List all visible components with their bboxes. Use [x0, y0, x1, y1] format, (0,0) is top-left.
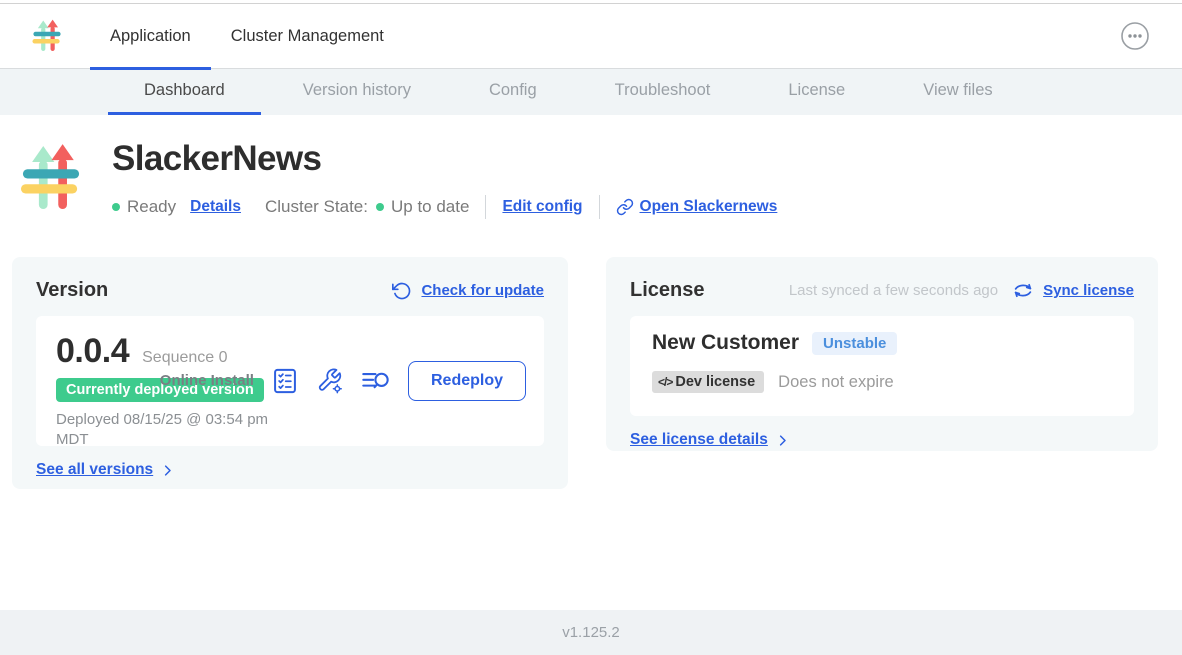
tab-dashboard[interactable]: Dashboard: [108, 69, 261, 115]
open-app-link[interactable]: Open Slackernews: [616, 198, 778, 216]
install-type-label: Online Install: [160, 372, 254, 391]
customer-name: New Customer: [652, 331, 799, 355]
cluster-state-dot: [376, 203, 384, 211]
tab-config[interactable]: Config: [453, 69, 573, 115]
chain-link-icon: [616, 198, 634, 216]
license-card: License Last synced a few seconds ago Sy…: [606, 257, 1158, 451]
tab-license[interactable]: License: [752, 69, 881, 115]
refresh-icon: [392, 281, 412, 301]
license-card-header: License Last synced a few seconds ago Sy…: [630, 279, 1134, 302]
license-summary-panel: New Customer Unstable </> Dev license Do…: [630, 316, 1134, 416]
top-tab-application[interactable]: Application: [90, 4, 211, 69]
dev-license-badge: </> Dev license: [652, 371, 764, 393]
code-icon: </>: [658, 375, 672, 389]
app-logo-large-icon: [20, 143, 82, 213]
open-app-link-text[interactable]: Open Slackernews: [640, 198, 778, 216]
redeploy-button[interactable]: Redeploy: [408, 361, 526, 401]
admin-console-screen: Application Cluster Management Dashboard…: [0, 0, 1182, 655]
app-sub-nav: Dashboard Version history Config Trouble…: [0, 69, 1182, 115]
sync-arrows-icon: [1012, 280, 1034, 301]
version-card: Version Check for update 0.0.4 Sequence …: [12, 257, 568, 489]
details-link[interactable]: Details: [190, 198, 241, 216]
sync-license-link[interactable]: Sync license: [1043, 282, 1134, 299]
dashboard-content: SlackerNews Ready Details Cluster State:…: [0, 115, 1182, 609]
see-all-versions-link-text[interactable]: See all versions: [36, 461, 153, 479]
cluster-state-value: Up to date: [391, 197, 469, 217]
divider: [599, 195, 600, 219]
top-nav-bar: Application Cluster Management: [0, 4, 1182, 69]
version-card-header: Version Check for update: [36, 279, 544, 302]
page-title: SlackerNews: [112, 139, 321, 179]
console-version-text: v1.125.2: [562, 624, 620, 641]
cluster-state-label: Cluster State:: [265, 197, 368, 217]
deploy-logs-icon[interactable]: [361, 367, 391, 395]
version-card-title: Version: [36, 279, 108, 302]
overflow-menu-button[interactable]: [1120, 21, 1150, 51]
tab-version-history[interactable]: Version history: [267, 69, 447, 115]
dev-license-badge-text: Dev license: [675, 374, 755, 390]
tab-view-files[interactable]: View files: [887, 69, 1028, 115]
app-status-text: Ready: [127, 197, 176, 217]
app-status-dot: [112, 203, 120, 211]
license-card-title: License: [630, 279, 704, 302]
license-expiration: Does not expire: [778, 373, 894, 392]
version-number: 0.0.4: [56, 332, 129, 371]
configure-wrench-icon[interactable]: [316, 367, 344, 395]
last-synced-text: Last synced a few seconds ago: [789, 282, 998, 299]
edit-config-link[interactable]: Edit config: [502, 198, 582, 216]
current-version-panel: 0.0.4 Sequence 0 Currently deployed vers…: [36, 316, 544, 446]
divider: [485, 195, 486, 219]
chevron-right-icon: [160, 463, 175, 478]
channel-badge: Unstable: [812, 332, 897, 355]
app-logo-icon: [32, 19, 62, 53]
tab-troubleshoot[interactable]: Troubleshoot: [579, 69, 747, 115]
preflight-checks-icon[interactable]: [271, 367, 299, 395]
chevron-right-icon: [775, 433, 790, 448]
see-license-details-link[interactable]: See license details: [630, 431, 790, 449]
top-tab-cluster-management[interactable]: Cluster Management: [211, 4, 404, 69]
ellipsis-circle-icon: [1120, 21, 1150, 51]
check-for-update-link[interactable]: Check for update: [421, 282, 544, 299]
see-license-details-link-text[interactable]: See license details: [630, 431, 768, 449]
deployed-timestamp: Deployed 08/15/25 @ 03:54 pm MDT: [56, 410, 271, 451]
app-status-row: Ready Details Cluster State: Up to date …: [112, 195, 777, 219]
see-all-versions-link[interactable]: See all versions: [36, 461, 175, 479]
console-version-footer: v1.125.2: [0, 610, 1182, 655]
